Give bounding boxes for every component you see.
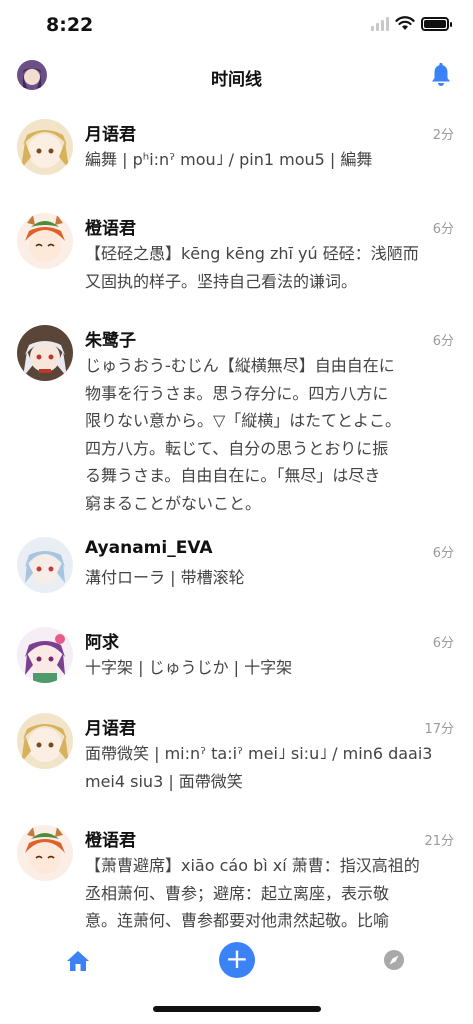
nav-bar: 时间线	[0, 56, 473, 96]
post-content: 【硁硁之愚】kēng kēng zhī yú 硁硁：浅陋而 又固执的样子。坚持自…	[85, 244, 419, 291]
post-content: じゅうおう-むじん【縦横無尽】自由自在に 物事を行うさま。思う存分に。四方八方に…	[85, 356, 401, 513]
post-content: 十字架 | じゅうじか | 十字架	[85, 658, 293, 677]
post-author[interactable]: 朱鹭子	[85, 326, 136, 351]
signal-icon	[371, 16, 389, 31]
post-author[interactable]: 月语君	[85, 120, 136, 145]
status-icons	[371, 16, 452, 31]
avatar[interactable]	[17, 325, 73, 381]
post-time: 17分	[424, 722, 454, 737]
post-content: 編舞 | pʰi:nˀ mou˩ / pin1 mou5 | 編舞	[85, 150, 373, 169]
wifi-icon	[395, 16, 415, 30]
post-author[interactable]: 月语君	[85, 714, 136, 739]
avatar[interactable]	[17, 713, 73, 769]
timeline-feed[interactable]: 月语君 2分 編舞 | pʰi:nˀ mou˩ / pin1 mou5 | 編舞…	[0, 108, 473, 940]
post-content: 面帶微笑 | mi:nˀ ta:iˀ mei˩ si:u˩ / min6 daa…	[85, 744, 433, 791]
tab-bar: +	[0, 940, 473, 1024]
post-time: 6分	[432, 222, 454, 237]
post-time: 6分	[432, 636, 454, 651]
home-indicator	[153, 1006, 321, 1012]
battery-icon	[421, 16, 452, 31]
post-author[interactable]: Ayanami_EVA	[85, 538, 213, 558]
home-icon[interactable]	[66, 950, 90, 972]
post-author[interactable]: 橙语君	[85, 826, 136, 851]
post-content: 【萧曹避席】xiāo cáo bì xí 萧曹：指汉高祖的 丞相萧何、曹参；避席…	[85, 856, 420, 940]
status-time: 8:22	[46, 14, 94, 36]
post-time: 2分	[432, 128, 454, 143]
avatar[interactable]	[17, 627, 73, 683]
compass-icon[interactable]	[383, 949, 405, 971]
page-title: 时间线	[211, 70, 262, 90]
add-post-button[interactable]: +	[219, 942, 255, 978]
avatar[interactable]	[17, 537, 73, 593]
post-time: 6分	[432, 546, 454, 561]
avatar[interactable]	[17, 213, 73, 269]
avatar[interactable]	[17, 825, 73, 881]
status-bar: 8:22	[0, 0, 473, 50]
avatar[interactable]	[17, 119, 73, 175]
post-author[interactable]: 阿求	[85, 628, 119, 653]
post-author[interactable]: 橙语君	[85, 214, 136, 239]
post-time: 6分	[432, 334, 454, 349]
bell-icon[interactable]	[429, 62, 453, 88]
post-time: 21分	[424, 834, 454, 849]
post-content: 溝付ローラ | 带槽滚轮	[85, 568, 245, 587]
